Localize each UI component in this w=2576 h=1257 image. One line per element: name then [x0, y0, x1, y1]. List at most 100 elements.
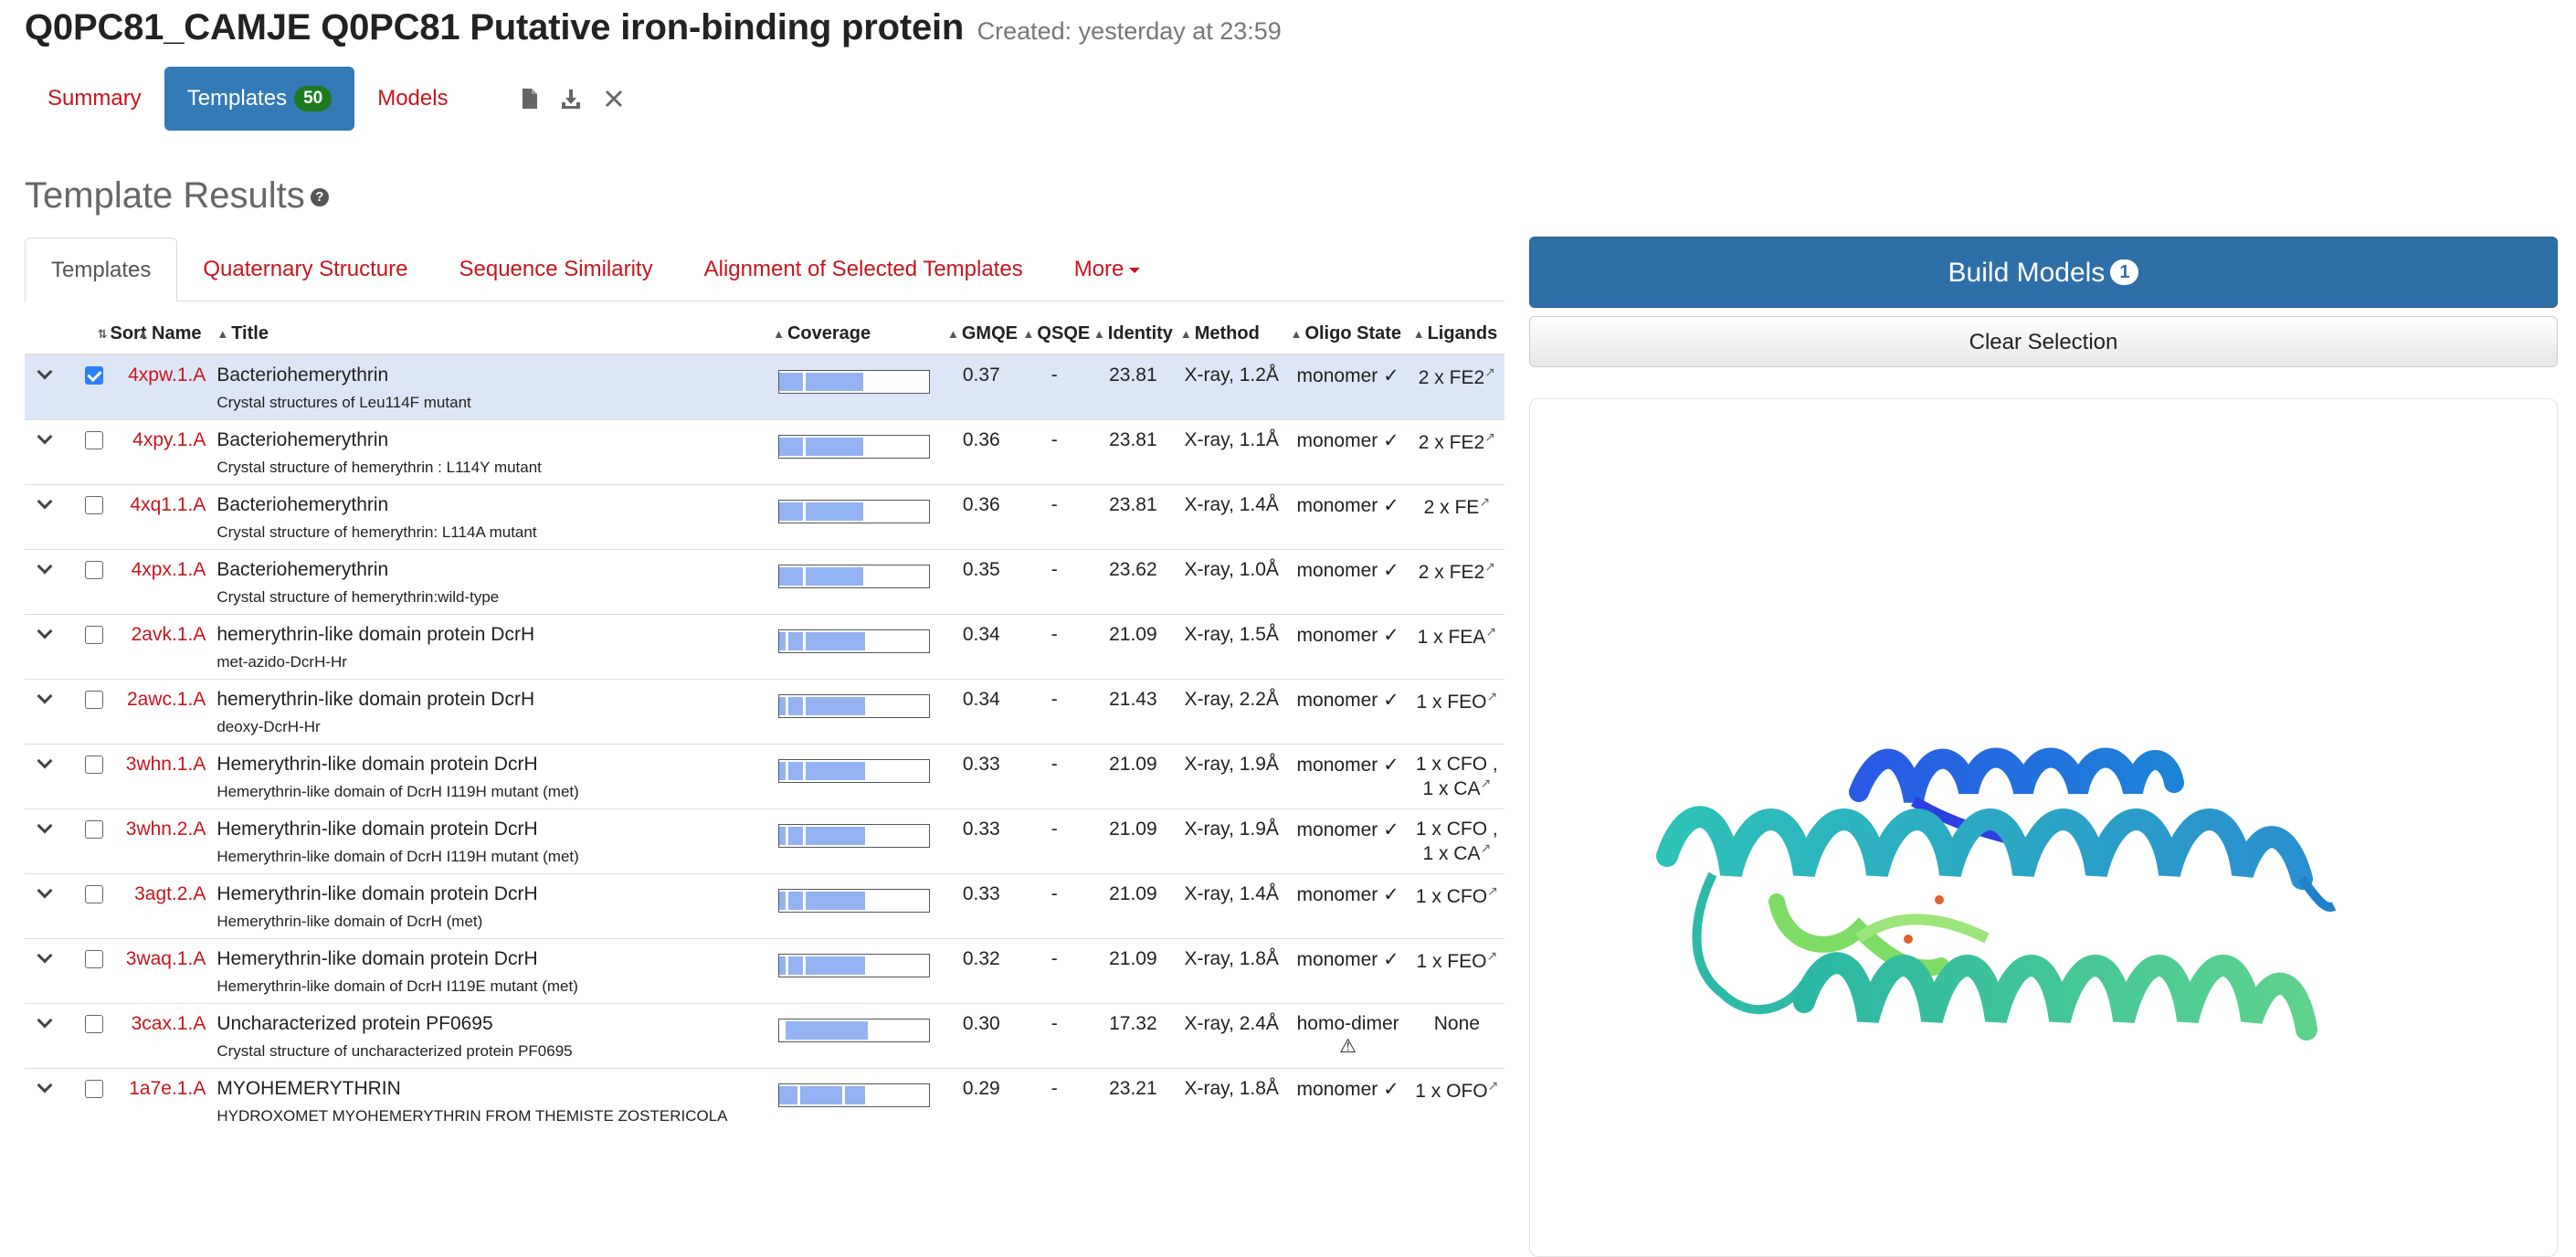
- header-title[interactable]: ▲ Title: [213, 314, 770, 355]
- row-checkbox[interactable]: [84, 691, 103, 709]
- nav-models[interactable]: Models: [354, 67, 470, 131]
- template-link[interactable]: 3cax.1.A: [122, 1013, 209, 1035]
- chevron-down-icon[interactable]: [37, 947, 53, 964]
- row-checkbox[interactable]: [84, 755, 103, 774]
- header-oligo-state[interactable]: ▲ Oligo State: [1286, 314, 1409, 355]
- identity-cell: 21.09: [1089, 873, 1177, 939]
- ligand-link[interactable]: None: [1434, 1013, 1480, 1034]
- chevron-down-icon[interactable]: [37, 753, 53, 769]
- external-link-icon[interactable]: ↗: [1480, 776, 1491, 790]
- row-checkbox[interactable]: [84, 950, 103, 968]
- chevron-down-icon[interactable]: [37, 882, 53, 899]
- header-method[interactable]: ▲ Method: [1176, 314, 1287, 355]
- table-row[interactable]: 3cax.1.A Uncharacterized protein PF0695 C…: [25, 1003, 1504, 1069]
- table-row[interactable]: 4xpw.1.A Bacteriohemerythrin Crystal stru…: [25, 354, 1504, 420]
- row-checkbox[interactable]: [84, 1080, 103, 1098]
- table-row[interactable]: 2awc.1.A hemerythrin-like domain protein…: [25, 679, 1504, 745]
- row-checkbox[interactable]: [84, 626, 103, 644]
- method-cell: X-ray, 1.8Å: [1176, 938, 1287, 1004]
- expand-cell: [25, 679, 72, 745]
- nav-templates[interactable]: Templates 50: [164, 67, 355, 131]
- select-cell: [71, 614, 120, 680]
- table-row[interactable]: 4xpy.1.A Bacteriohemerythrin Crystal stru…: [25, 419, 1504, 485]
- external-link-icon[interactable]: ↗: [1487, 883, 1498, 898]
- template-link[interactable]: 3agt.2.A: [122, 883, 209, 905]
- row-checkbox[interactable]: [84, 366, 103, 385]
- row-checkbox[interactable]: [84, 885, 103, 903]
- header-qsqe[interactable]: ▲ QSQE: [1019, 314, 1090, 355]
- table-row[interactable]: 3waq.1.A Hemerythrin-like domain protein…: [25, 938, 1504, 1004]
- row-checkbox[interactable]: [84, 561, 103, 579]
- ligand-link[interactable]: 2 x FE2: [1419, 432, 1484, 453]
- ligand-link[interactable]: 2 x FE2: [1419, 562, 1484, 583]
- table-row[interactable]: 3agt.2.A Hemerythrin-like domain protein…: [25, 873, 1504, 939]
- chevron-down-icon[interactable]: [37, 493, 53, 510]
- table-row[interactable]: 4xpx.1.A Bacteriohemerythrin Crystal stru…: [25, 549, 1504, 615]
- sort-caret-icon: ▲: [1179, 327, 1192, 341]
- external-link-icon[interactable]: ↗: [1486, 948, 1497, 963]
- chevron-down-icon[interactable]: [37, 623, 53, 639]
- table-row[interactable]: 3whn.1.A Hemerythrin-like domain protein…: [25, 744, 1504, 809]
- template-link[interactable]: 4xpw.1.A: [122, 364, 209, 386]
- build-models-button[interactable]: Build Models 1: [1529, 237, 2558, 308]
- tab-more[interactable]: More: [1049, 238, 1167, 301]
- external-link-icon[interactable]: ↗: [1484, 429, 1495, 444]
- ligand-link[interactable]: 1 x CFO: [1416, 886, 1487, 907]
- tab-sequence-similarity[interactable]: Sequence Similarity: [434, 238, 679, 301]
- header-sort[interactable]: ⇅ Sort: [71, 314, 146, 355]
- template-link[interactable]: 4xpx.1.A: [122, 559, 209, 581]
- ligand-link[interactable]: 1 x FEO: [1416, 951, 1486, 972]
- header-gmqe[interactable]: ▲ GMQE: [944, 314, 1019, 355]
- row-checkbox[interactable]: [84, 820, 103, 839]
- name-cell: 4xpw.1.A: [119, 354, 214, 420]
- external-link-icon[interactable]: ↗: [1480, 840, 1491, 855]
- ligand-link[interactable]: 1 x OFO: [1415, 1081, 1487, 1102]
- external-link-icon[interactable]: ↗: [1486, 689, 1497, 703]
- chevron-down-icon[interactable]: [37, 818, 53, 834]
- structure-viewer[interactable]: [1529, 398, 2558, 1257]
- external-link-icon[interactable]: ↗: [1479, 494, 1490, 509]
- close-icon[interactable]: [604, 89, 624, 109]
- ligand-link[interactable]: 1 x FEO: [1416, 692, 1486, 713]
- external-link-icon[interactable]: ↗: [1488, 1078, 1499, 1093]
- clear-selection-button[interactable]: Clear Selection: [1529, 316, 2558, 367]
- template-link[interactable]: 3whn.2.A: [122, 819, 209, 840]
- row-checkbox[interactable]: [84, 496, 103, 514]
- template-link[interactable]: 2avk.1.A: [122, 624, 209, 646]
- tab-quaternary-structure[interactable]: Quaternary Structure: [177, 238, 433, 301]
- header-coverage[interactable]: ▲ Coverage: [769, 314, 944, 355]
- chevron-down-icon[interactable]: [37, 1012, 53, 1029]
- download-icon[interactable]: [560, 88, 582, 110]
- chevron-down-icon[interactable]: [37, 364, 53, 380]
- template-link[interactable]: 3whn.1.A: [122, 754, 209, 776]
- chevron-down-icon[interactable]: [37, 428, 53, 445]
- external-link-icon[interactable]: ↗: [1485, 624, 1496, 639]
- template-link[interactable]: 3waq.1.A: [122, 948, 209, 970]
- table-row[interactable]: 1a7e.1.A MYOHEMERYTHRIN HYDROXOMET MYOHEM…: [25, 1068, 1504, 1133]
- external-link-icon[interactable]: ↗: [1484, 559, 1495, 574]
- chevron-down-icon[interactable]: [37, 1077, 53, 1093]
- chevron-down-icon[interactable]: [37, 558, 53, 575]
- template-link[interactable]: 4xpy.1.A: [122, 429, 209, 451]
- header-ligands[interactable]: ▲ Ligands: [1409, 314, 1504, 355]
- template-link[interactable]: 1a7e.1.A: [122, 1078, 209, 1100]
- tab-templates[interactable]: Templates: [25, 238, 178, 302]
- header-identity[interactable]: ▲ Identity: [1089, 314, 1177, 355]
- template-link[interactable]: 2awc.1.A: [122, 689, 209, 711]
- tab-alignment-selected[interactable]: Alignment of Selected Templates: [679, 238, 1049, 301]
- row-checkbox[interactable]: [84, 431, 103, 449]
- table-row[interactable]: 3whn.2.A Hemerythrin-like domain protein…: [25, 808, 1504, 874]
- table-row[interactable]: 2avk.1.A hemerythrin-like domain protein…: [25, 614, 1504, 680]
- ligand-link[interactable]: 2 x FE: [1424, 497, 1480, 518]
- ligands-cell: 2 x FE2↗: [1409, 354, 1504, 420]
- file-icon[interactable]: [522, 88, 538, 110]
- table-row[interactable]: 4xq1.1.A Bacteriohemerythrin Crystal stru…: [25, 484, 1504, 550]
- row-checkbox[interactable]: [84, 1015, 103, 1033]
- nav-summary[interactable]: Summary: [25, 67, 164, 131]
- help-icon[interactable]: ?: [310, 188, 329, 207]
- ligand-link[interactable]: 1 x FEA: [1418, 627, 1486, 648]
- template-link[interactable]: 4xq1.1.A: [122, 494, 209, 516]
- external-link-icon[interactable]: ↗: [1484, 364, 1495, 379]
- chevron-down-icon[interactable]: [37, 688, 53, 704]
- ligand-link[interactable]: 2 x FE2: [1419, 367, 1484, 388]
